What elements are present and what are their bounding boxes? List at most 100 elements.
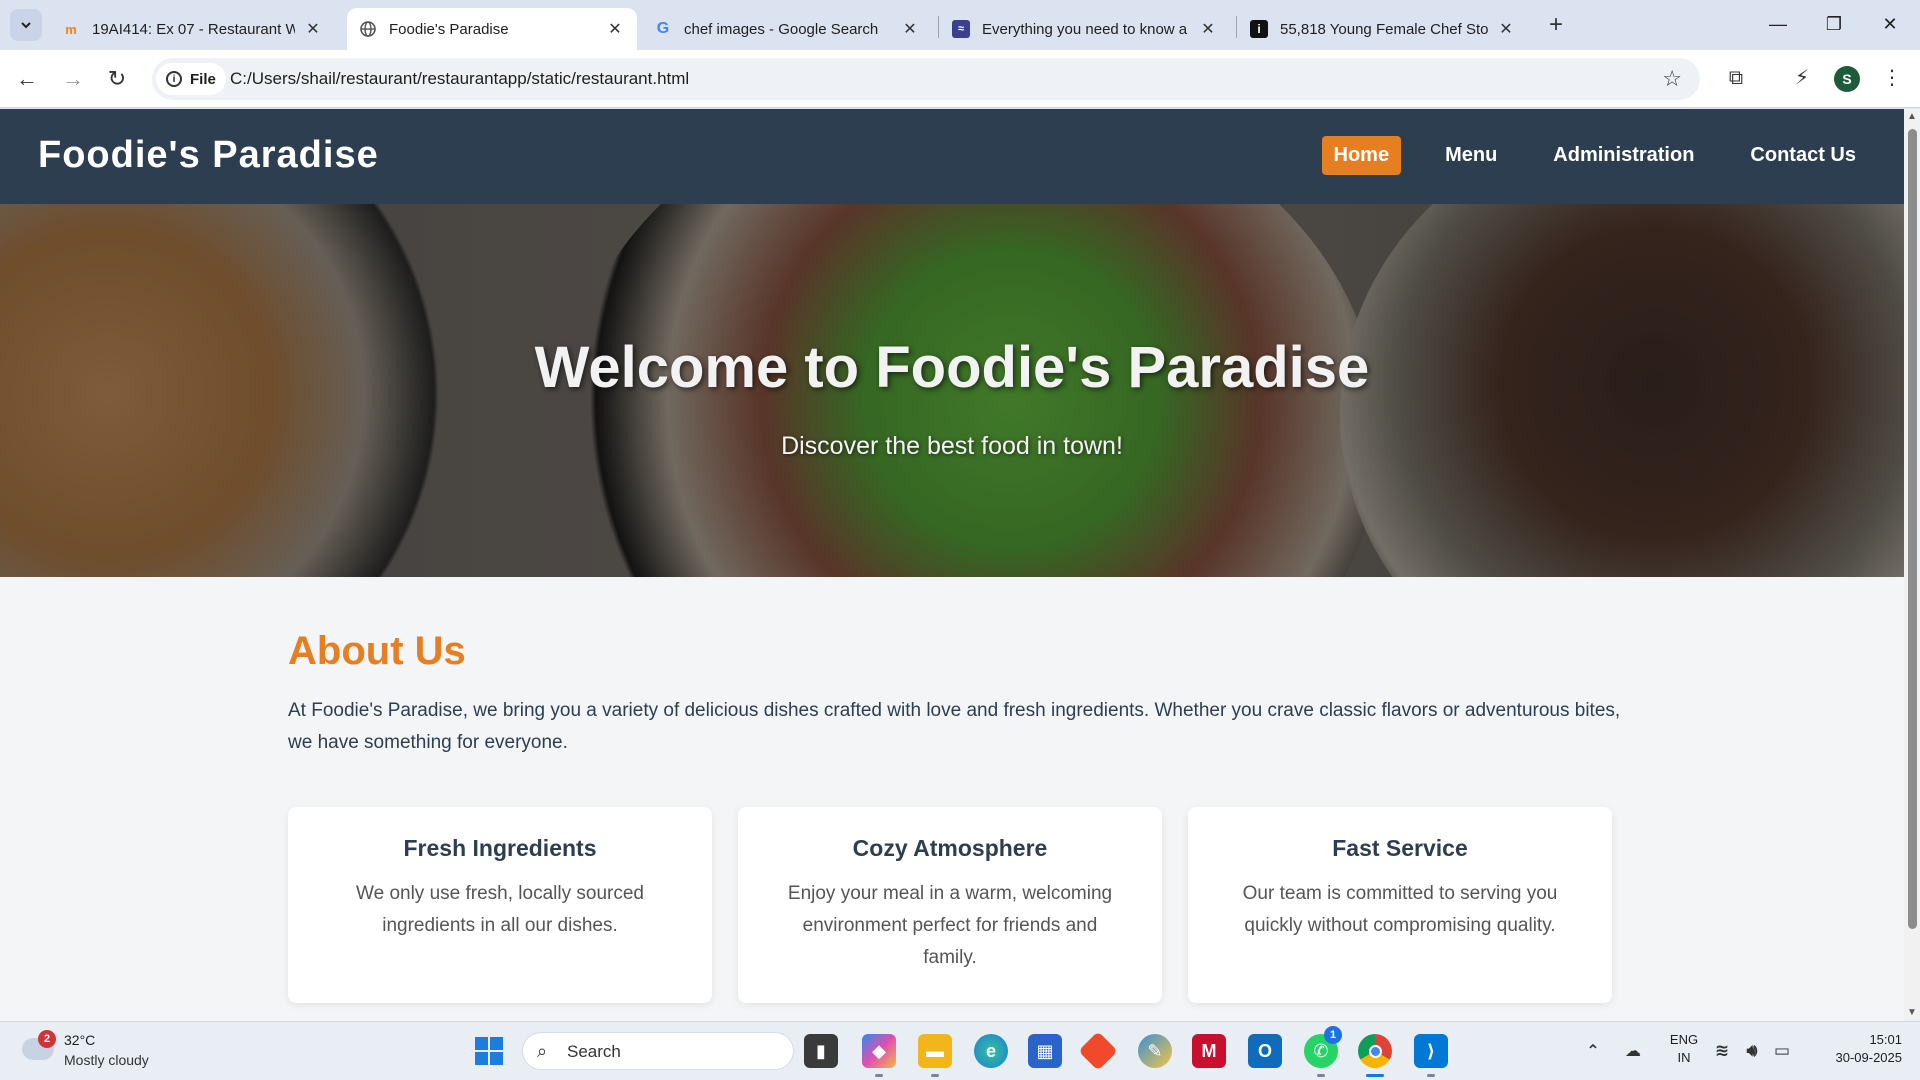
feature-title: Fast Service: [1332, 835, 1468, 861]
about-title: About Us: [288, 629, 466, 673]
google-icon: G: [656, 20, 670, 37]
mcafee-icon[interactable]: M: [1192, 1034, 1226, 1068]
hero-title: Welcome to Foodie's Paradise: [534, 335, 1370, 400]
new-tab-button[interactable]: +: [1542, 12, 1570, 40]
tab-article[interactable]: ≈ Everything you need to know a ✕: [940, 8, 1230, 50]
running-indicator: [1427, 1074, 1435, 1077]
volume-icon[interactable]: 🔊︎: [1740, 1034, 1764, 1068]
tab-stock-images[interactable]: i 55,818 Young Female Chef Stoc ✕: [1238, 8, 1528, 50]
nav-menu[interactable]: Menu: [1433, 136, 1509, 175]
extensions-icon[interactable]: ⧉: [1720, 62, 1752, 94]
bookmark-star-icon[interactable]: ☆: [1662, 66, 1682, 92]
tab-moodle[interactable]: m 19AI414: Ex 07 - Restaurant We ✕: [50, 8, 335, 50]
store-icon[interactable]: ▦: [1028, 1034, 1062, 1068]
forward-button[interactable]: →: [56, 62, 90, 96]
tab-foodies-paradise[interactable]: Foodie's Paradise ✕: [347, 8, 637, 50]
running-indicator: [1317, 1074, 1325, 1077]
chevron-up-icon[interactable]: ⌃: [1576, 1034, 1610, 1068]
scroll-thumb[interactable]: [1908, 129, 1917, 929]
minimize-button[interactable]: —: [1758, 8, 1798, 40]
browser-toolbar: ← → ↻ i File C:/Users/shail/restaurant/r…: [0, 50, 1920, 108]
feature-text: Enjoy your meal in a warm, welcoming env…: [787, 883, 1113, 968]
chrome-icon[interactable]: [1358, 1034, 1392, 1068]
scheme-label: File: [190, 70, 216, 88]
tab-separator: [1236, 16, 1237, 38]
whatsapp-badge: 1: [1324, 1026, 1342, 1044]
clock-date: 30-09-2025: [1835, 1050, 1903, 1065]
tab-title: Everything you need to know a: [982, 20, 1188, 38]
start-button[interactable]: [472, 1034, 506, 1068]
feature-card-fast-service: Fast Service Our team is committed to se…: [1188, 807, 1612, 1003]
scroll-down-icon[interactable]: ▼: [1907, 1007, 1917, 1018]
site-header: Foodie's Paradise Home Menu Administrati…: [0, 109, 1904, 204]
running-indicator: [931, 1074, 939, 1077]
feature-card-fresh-ingredients: Fresh Ingredients We only use fresh, loc…: [288, 807, 712, 1003]
tab-title: 55,818 Young Female Chef Stoc: [1280, 20, 1488, 38]
feature-text: Our team is committed to serving you qui…: [1242, 883, 1558, 936]
tab-search-button[interactable]: [10, 9, 42, 41]
moodle-icon: m: [65, 21, 77, 37]
back-button[interactable]: ←: [10, 62, 44, 96]
vscode-icon[interactable]: ⟩: [1414, 1034, 1448, 1068]
feature-card-cozy-atmosphere: Cozy Atmosphere Enjoy your meal in a war…: [738, 807, 1162, 1003]
close-window-button[interactable]: ✕: [1870, 8, 1910, 40]
site-brand[interactable]: Foodie's Paradise: [38, 134, 379, 177]
hero-banner: Welcome to Foodie's Paradise Discover th…: [0, 204, 1904, 577]
chevron-down-icon: [21, 22, 31, 29]
battery-icon[interactable]: ▭: [1770, 1034, 1794, 1068]
weather-temp: 32°C: [64, 1032, 96, 1048]
profile-avatar[interactable]: S: [1834, 66, 1860, 92]
nav-contact-us[interactable]: Contact Us: [1738, 136, 1868, 175]
article-icon: ≈: [952, 20, 970, 38]
clock[interactable]: 15:01 30-09-2025: [1806, 1032, 1903, 1065]
windows-logo-icon: [475, 1037, 503, 1065]
scroll-up-icon[interactable]: ▲: [1907, 111, 1917, 122]
url-text[interactable]: C:/Users/shail/restaurant/restaurantapp/…: [230, 69, 689, 89]
restore-button[interactable]: ❐: [1814, 8, 1854, 40]
windows-taskbar: 2 32°C Mostly cloudy ⌕ Search ▮ ◆ ▬ e ▦ …: [0, 1021, 1920, 1080]
task-view-icon[interactable]: ▮: [804, 1034, 838, 1068]
taskbar-search[interactable]: ⌕ Search: [522, 1032, 794, 1070]
performance-icon[interactable]: ⚡: [1786, 62, 1818, 94]
language-indicator[interactable]: ENG IN: [1664, 1032, 1704, 1065]
weather-badge: 2: [38, 1030, 56, 1048]
language-line-1: ENG: [1669, 1032, 1699, 1047]
tab-title: chef images - Google Search: [684, 20, 879, 38]
clock-time: 15:01: [1869, 1032, 1902, 1047]
close-icon[interactable]: ✕: [1496, 19, 1516, 39]
git-app-icon[interactable]: [1078, 1031, 1118, 1071]
page-viewport: Foodie's Paradise Home Menu Administrati…: [0, 109, 1904, 1021]
running-indicator: [875, 1074, 883, 1077]
page-scrollbar[interactable]: ▲ ▼: [1904, 109, 1920, 1021]
tab-separator: [938, 16, 939, 38]
nav-administration[interactable]: Administration: [1541, 136, 1706, 175]
nav-home[interactable]: Home: [1321, 136, 1402, 175]
close-icon[interactable]: ✕: [605, 19, 625, 39]
search-icon: ⌕: [537, 1041, 548, 1061]
close-icon[interactable]: ✕: [1198, 19, 1218, 39]
main-nav: Home Menu Administration Contact Us: [1290, 136, 1869, 175]
feature-title: Cozy Atmosphere: [852, 835, 1048, 861]
edge-icon[interactable]: e: [974, 1034, 1008, 1068]
reload-button[interactable]: ↻: [100, 62, 134, 96]
language-line-2: IN: [1677, 1050, 1691, 1065]
globe-icon: [359, 20, 377, 38]
tab-google-search[interactable]: G chef images - Google Search ✕: [642, 8, 932, 50]
python-ide-icon[interactable]: ✎: [1138, 1034, 1172, 1068]
site-info-chip[interactable]: i File: [156, 63, 226, 95]
close-icon[interactable]: ✕: [303, 19, 323, 39]
address-bar[interactable]: i File C:/Users/shail/restaurant/restaur…: [152, 58, 1700, 100]
stock-site-icon: i: [1250, 20, 1268, 38]
tab-strip: m 19AI414: Ex 07 - Restaurant We ✕ Foodi…: [0, 0, 1920, 50]
copilot-icon[interactable]: ◆: [862, 1034, 896, 1068]
tab-title: Foodie's Paradise: [389, 20, 509, 38]
menu-kebab-icon[interactable]: ⋮: [1876, 62, 1908, 94]
outlook-icon[interactable]: O: [1248, 1034, 1282, 1068]
taskbar-search-label: Search: [567, 1042, 621, 1061]
file-explorer-icon[interactable]: ▬: [918, 1034, 952, 1068]
wifi-icon[interactable]: ≋: [1710, 1034, 1734, 1068]
info-icon: i: [166, 71, 182, 87]
onedrive-icon[interactable]: ☁: [1616, 1034, 1650, 1068]
weather-desc: Mostly cloudy: [64, 1052, 149, 1068]
close-icon[interactable]: ✕: [900, 19, 920, 39]
